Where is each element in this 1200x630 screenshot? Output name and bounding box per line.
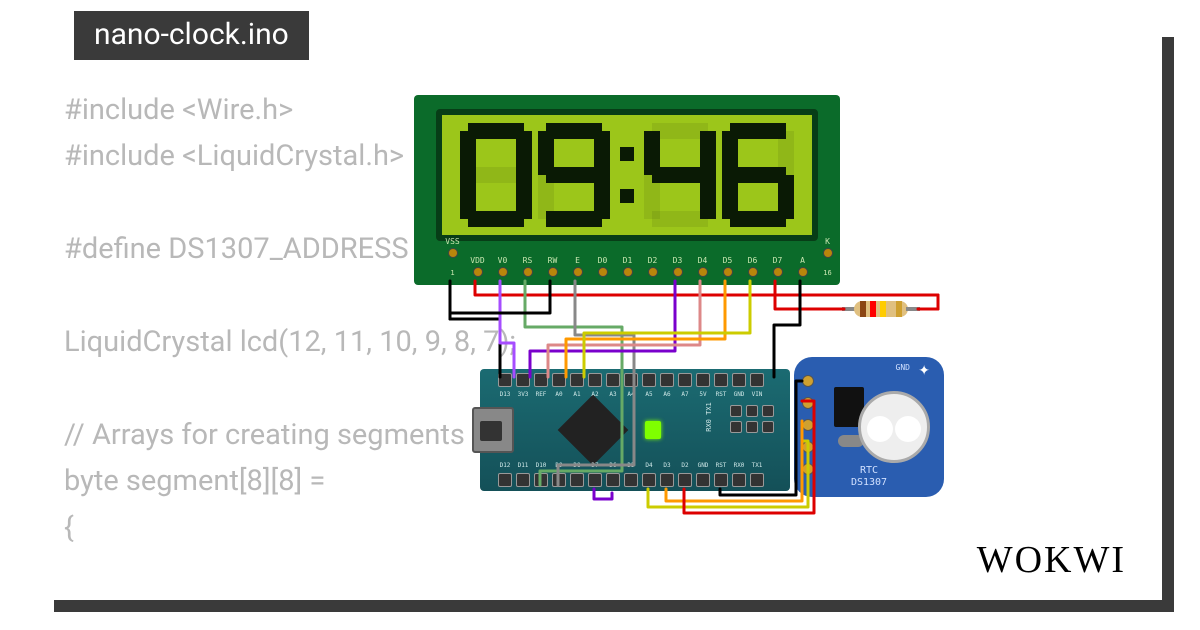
lcd-pin: D4 [690, 256, 715, 279]
lcd-pin-row: VSS1VDDV0RSRWED0D1D2D3D4D5D6D7AK16 [440, 237, 840, 279]
lcd-screen [436, 109, 818, 241]
rtc-pin [802, 375, 814, 387]
lcd-pin: D0 [590, 256, 615, 279]
resistor[interactable] [842, 299, 920, 319]
rtc-pin [802, 441, 814, 453]
lcd-pin: D3 [665, 256, 690, 279]
nano-pin [714, 473, 728, 487]
clock-digit [460, 123, 532, 227]
clock-colon [616, 147, 638, 203]
nano-pin [552, 473, 566, 487]
resistor-band [896, 301, 902, 317]
nano-pin [696, 373, 710, 387]
nano-pin [624, 473, 638, 487]
nano-pin [642, 373, 656, 387]
nano-labels-bottom: D12D11D10D9D8D7D6D5D4D3D2GNDRSTRX0TX1 [498, 462, 764, 469]
lcd-pin: RW [540, 256, 565, 279]
usb-port-icon [472, 407, 514, 453]
nano-pin [642, 473, 656, 487]
coin-battery-icon [858, 391, 930, 463]
nano-pin [660, 473, 674, 487]
nano-pin [498, 473, 512, 487]
rtc-pin [802, 419, 814, 431]
nano-pin [732, 373, 746, 387]
nano-pin [750, 373, 764, 387]
lcd-pin: D7 [765, 256, 790, 279]
lcd-pin: D5 [715, 256, 740, 279]
resistor-band [860, 301, 866, 317]
nano-pin [606, 373, 620, 387]
nano-side-label: RX0 TX1 [705, 402, 713, 432]
clock-digit [538, 123, 610, 227]
nano-pin [570, 473, 584, 487]
nano-labels-top: D133V3REFA0A1A2A3A4A5A6A75VRSTGNDVIN [498, 391, 764, 398]
resistor-body [854, 301, 908, 317]
mcu-chip-icon [558, 395, 629, 466]
star-icon: ✦ [918, 363, 930, 379]
preview-card: #include <Wire.h> #include <LiquidCrysta… [42, 25, 1162, 600]
nano-pin [498, 373, 512, 387]
nano-pin [552, 373, 566, 387]
nano-pin [606, 473, 620, 487]
nano-pin [570, 373, 584, 387]
nano-pin [678, 373, 692, 387]
lcd-pin: K16 [815, 237, 840, 279]
nano-pin [534, 473, 548, 487]
rtc-gnd-label: GND [896, 363, 910, 372]
nano-pin [696, 473, 710, 487]
circuit-diagram[interactable]: VSS1VDDV0RSRWED0D1D2D3D4D5D6D7AK16 D133V… [382, 95, 942, 515]
resistor-lead [906, 307, 920, 311]
lcd-pin: RS [515, 256, 540, 279]
lcd-pin: A [790, 256, 815, 279]
lcd-pin: V0 [490, 256, 515, 279]
lcd-pin: D6 [740, 256, 765, 279]
rtc-pin-column [802, 375, 814, 475]
lcd-pin: D2 [640, 256, 665, 279]
rtc-pin [802, 397, 814, 409]
resistor-band [870, 301, 876, 317]
lcd-pin: VDD [465, 256, 490, 279]
nano-pin [516, 473, 530, 487]
nano-pins-bottom [498, 473, 764, 487]
clock-digit [722, 123, 794, 227]
nano-pin [588, 473, 602, 487]
rtc-label: RTCDS1307 [794, 465, 944, 489]
wokwi-logo[interactable]: WOKWI [977, 538, 1126, 582]
nano-pin [516, 373, 530, 387]
nano-pin [678, 473, 692, 487]
nano-pin [732, 473, 746, 487]
resistor-band [880, 301, 886, 317]
nano-pin [750, 473, 764, 487]
rtc-module[interactable]: GND ✦ RTCDS1307 [794, 357, 944, 497]
arduino-nano[interactable]: D133V3REFA0A1A2A3A4A5A6A75VRSTGNDVIN D12… [480, 369, 790, 491]
nano-pin [660, 373, 674, 387]
nano-pins-top [498, 373, 764, 387]
lcd-pin: VSS1 [440, 237, 465, 279]
lcd-pin: E [565, 256, 590, 279]
nano-pin [624, 373, 638, 387]
filename-tab[interactable]: nano-clock.ino [74, 11, 309, 60]
clock-digit [644, 123, 716, 227]
nano-pin [588, 373, 602, 387]
nano-pin [714, 373, 728, 387]
lcd-module[interactable]: VSS1VDDV0RSRWED0D1D2D3D4D5D6D7AK16 [414, 95, 840, 285]
icsp-header [730, 405, 780, 433]
power-led-icon [645, 421, 661, 439]
lcd-pin: D1 [615, 256, 640, 279]
nano-pin [534, 373, 548, 387]
